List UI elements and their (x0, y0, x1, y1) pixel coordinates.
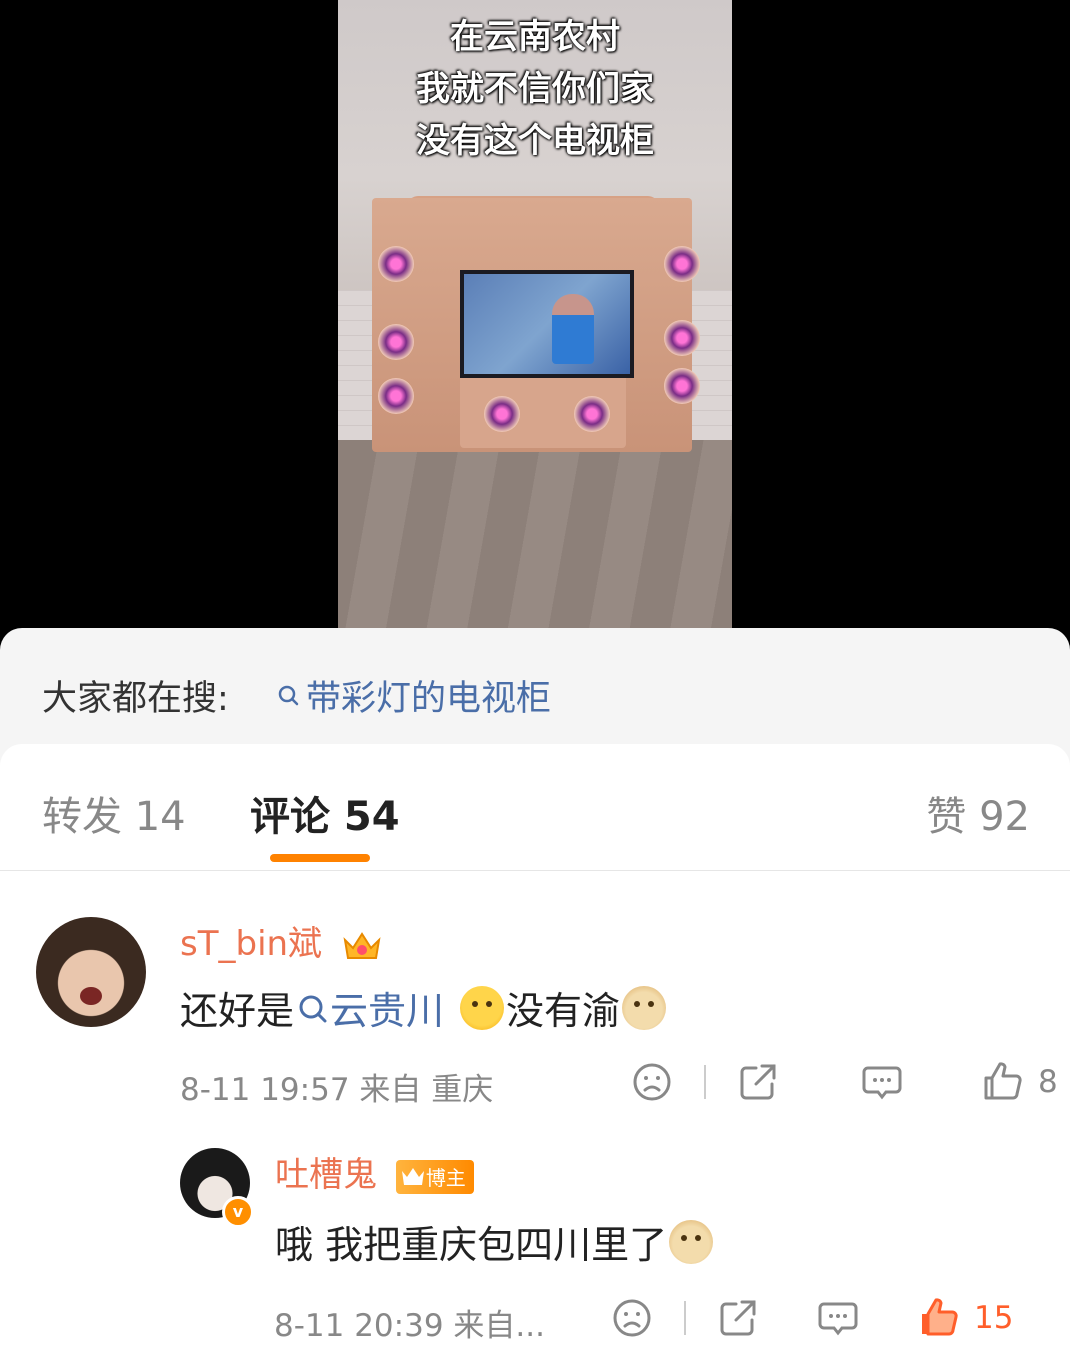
reply-meta: 8-11 20:39 来自... (274, 1308, 545, 1344)
tab-comments[interactable]: 评论 54 (250, 784, 400, 842)
comment-bubble-icon[interactable] (816, 1296, 860, 1340)
avatar[interactable] (36, 917, 146, 1027)
badge-text: 博主 (425, 1166, 466, 1190)
reply-actions: 15 (610, 1296, 1013, 1340)
comment-text-part: 没有渝 (506, 989, 621, 1033)
search-icon (278, 685, 299, 705)
crown-icon (343, 931, 381, 959)
reply-text: 哦 我把重庆包四川里了 (275, 1214, 715, 1269)
comment-text-part: 还好是 (180, 989, 295, 1033)
video-frame[interactable]: 在云南农村 我就不信你们家 没有这个电视柜 (338, 0, 732, 630)
overlay-line-2: 我就不信你们家 (416, 69, 654, 109)
tv-picture (552, 294, 594, 364)
topic-link[interactable]: 云贵川 (294, 980, 444, 1035)
thumbs-up-icon[interactable] (980, 1060, 1024, 1104)
speaker-light (574, 396, 610, 432)
dislike-face-icon[interactable] (610, 1296, 654, 1340)
author-badge: 博主 (395, 1159, 474, 1194)
television (460, 270, 634, 378)
like-count: 15 (974, 1300, 1014, 1336)
share-icon[interactable] (736, 1060, 780, 1104)
speaker-light (378, 378, 414, 414)
overlay-line-1: 在云南农村 (450, 17, 620, 57)
video-player[interactable]: 在云南农村 我就不信你们家 没有这个电视柜 (0, 0, 1070, 660)
comments-panel: 转发 14 评论 54 赞 92 sT_bin斌 还好是 云贵川 没有渝 8-1… (0, 744, 1070, 1355)
active-tab-indicator (270, 854, 370, 862)
doge-emoji-icon (669, 1219, 714, 1264)
trending-search-label: 大家都在搜: (42, 679, 229, 719)
speaker-light (664, 246, 700, 282)
trending-search-term: 带彩灯的电视柜 (306, 679, 552, 719)
dislike-face-icon[interactable] (630, 1060, 674, 1104)
comment-text: 还好是 云贵川 没有渝 (180, 980, 668, 1035)
doge-emoji-icon (622, 985, 667, 1030)
comment-text-part: 哦 我把重庆包四川里了 (275, 1223, 668, 1267)
comment-username[interactable]: sT_bin斌 (180, 916, 383, 965)
divider (704, 1065, 706, 1099)
comment-meta: 8-11 19:57 来自 重庆 (180, 1072, 494, 1108)
username-text: sT_bin斌 (180, 924, 323, 964)
verified-icon: v (222, 1196, 254, 1228)
reply-username[interactable]: 吐槽鬼 博主 (275, 1147, 474, 1196)
like-count: 8 (1038, 1064, 1058, 1100)
comment-actions: 8 (630, 1060, 1058, 1104)
speaker-light (664, 368, 700, 404)
search-icon (299, 995, 327, 1022)
speaker-light (484, 396, 520, 432)
trending-search-link[interactable]: 带彩灯的电视柜 (276, 670, 551, 721)
smile-emoji-icon (460, 985, 505, 1030)
avatar-mouth (80, 987, 102, 1005)
crown-icon (401, 1167, 424, 1185)
top-toolbar (830, 0, 1030, 14)
overlay-line-3: 没有这个电视柜 (416, 121, 654, 161)
tab-bar: 转发 14 评论 54 赞 92 (0, 744, 1070, 871)
topic-link-text: 云贵川 (330, 989, 445, 1033)
thumbs-up-icon[interactable] (916, 1296, 960, 1340)
speaker-light (378, 324, 414, 360)
share-icon[interactable] (716, 1296, 760, 1340)
username-text: 吐槽鬼 (275, 1155, 377, 1195)
divider (684, 1301, 686, 1335)
speaker-light (378, 246, 414, 282)
tab-forwards[interactable]: 转发 14 (42, 784, 186, 842)
comment-bubble-icon[interactable] (860, 1060, 904, 1104)
tab-likes[interactable]: 赞 92 (926, 784, 1030, 842)
speaker-light (664, 320, 700, 356)
floor (338, 440, 732, 630)
